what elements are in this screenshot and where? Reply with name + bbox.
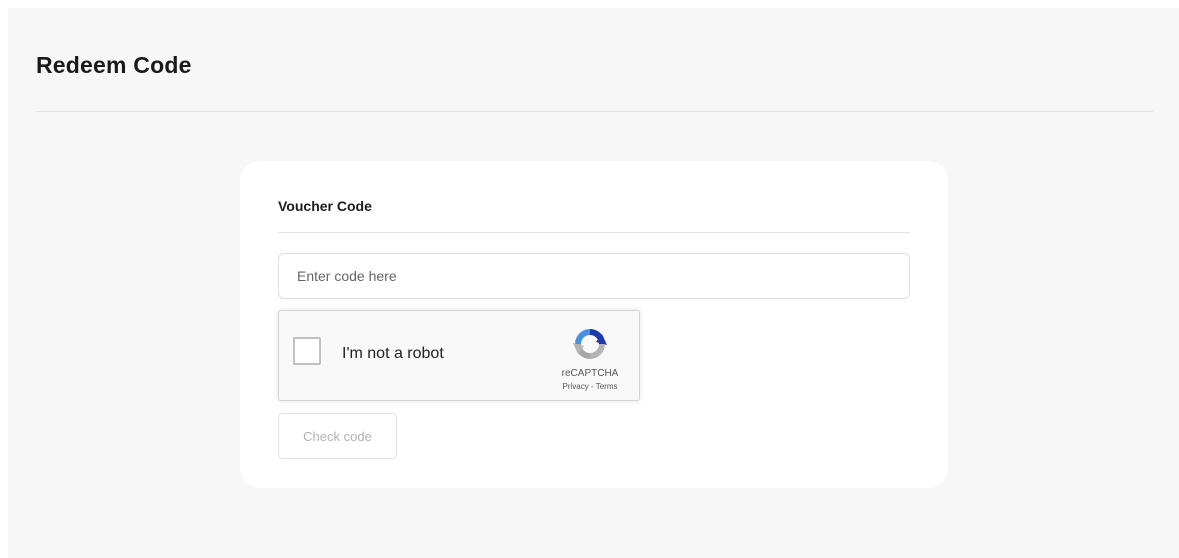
voucher-code-input[interactable] <box>278 253 910 299</box>
recaptcha-checkbox[interactable] <box>293 337 321 365</box>
recaptcha-link-separator: - <box>590 382 594 391</box>
page-title: Redeem Code <box>36 52 192 78</box>
card-divider <box>278 232 910 233</box>
title-divider <box>36 111 1153 112</box>
recaptcha-links: Privacy - Terms <box>547 382 633 391</box>
recaptcha-label: I'm not a robot <box>342 345 444 362</box>
recaptcha-terms-link[interactable]: Terms <box>596 382 618 391</box>
recaptcha-logo-icon <box>573 329 607 359</box>
check-code-button[interactable]: Check code <box>278 413 397 459</box>
page-background: Redeem Code Voucher Code I'm not a robot… <box>8 8 1179 558</box>
recaptcha-brand: reCAPTCHA <box>561 368 619 379</box>
voucher-card-title: Voucher Code <box>278 198 372 214</box>
voucher-card: Voucher Code I'm not a robot reCAPTCHA P… <box>240 161 948 488</box>
recaptcha-widget: I'm not a robot reCAPTCHA Privacy - Term… <box>278 310 640 401</box>
recaptcha-privacy-link[interactable]: Privacy <box>563 382 589 391</box>
